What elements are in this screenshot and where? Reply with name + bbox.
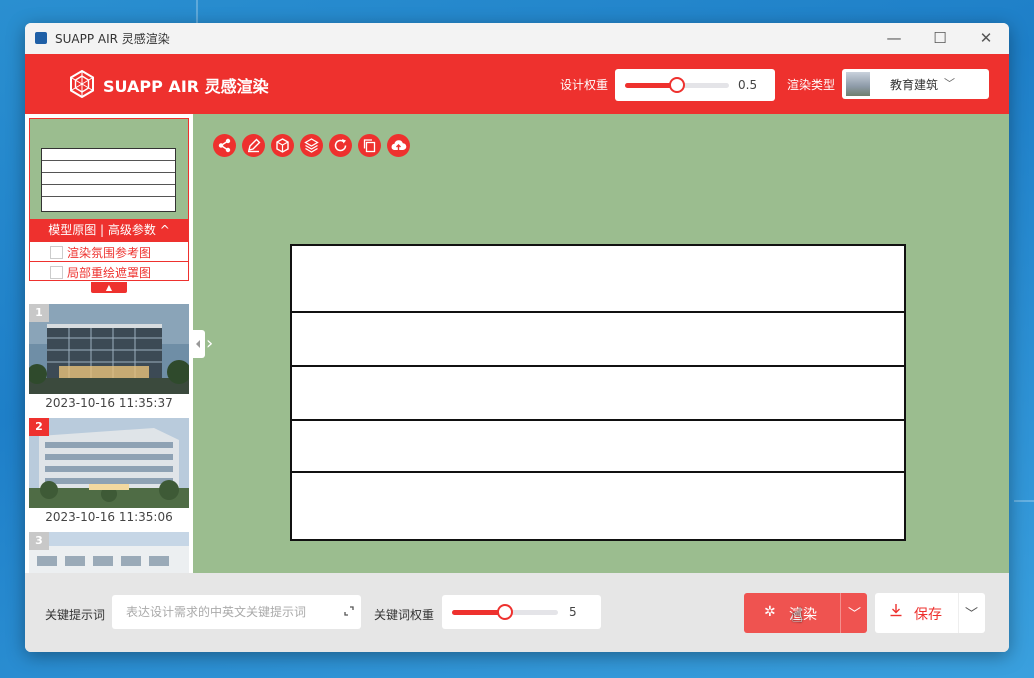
logo-icon	[70, 70, 94, 98]
chevron-right-icon[interactable]: ›	[206, 333, 213, 354]
expand-sidebar-handle[interactable]	[193, 330, 205, 358]
model-viewport	[290, 244, 906, 541]
layers-icon[interactable]	[300, 134, 323, 157]
option-label: 渲染氛围参考图	[67, 246, 152, 260]
minimize-button[interactable]: —	[871, 23, 917, 54]
bottom-bar: 关键提示词 关键词权重 5 ✲ 渲染 ﹀ 保存 ﹀	[25, 573, 1009, 652]
app-icon	[35, 32, 47, 44]
copy-icon[interactable]	[358, 134, 381, 157]
render-type-thumbnail	[846, 72, 870, 96]
option-reference-image[interactable]: 渲染氛围参考图	[30, 241, 188, 261]
save-button[interactable]: 保存 ﹀	[875, 593, 985, 633]
cube-icon[interactable]	[271, 134, 294, 157]
render-button[interactable]: ✲ 渲染 ﹀	[744, 593, 867, 633]
chevron-down-icon: ﹀	[944, 77, 955, 90]
collapse-up-icon[interactable]: ▲	[91, 282, 127, 293]
maximize-button[interactable]: ☐	[917, 23, 963, 54]
keyword-input-box	[112, 595, 361, 629]
save-label: 保存	[914, 607, 942, 623]
model-advanced-tab[interactable]: 模型原图 | 高级参数 ^	[30, 219, 188, 241]
option-mask-image[interactable]: 局部重绘遮罩图	[30, 261, 188, 281]
keyword-weight-value: 5	[569, 605, 577, 619]
design-weight-value: 0.5	[738, 78, 758, 92]
render-thumbnail	[29, 304, 189, 394]
app-header: SUAPP AIR 灵感渲染 设计权重 0.5 渲染类型 教育建筑 ﹀	[25, 54, 1009, 114]
window-title: SUAPP AIR 灵感渲染	[55, 32, 170, 46]
render-thumbnail	[29, 532, 189, 573]
history-number: 1	[29, 304, 49, 322]
divider	[958, 593, 959, 633]
render-type-select[interactable]: 教育建筑 ﹀	[842, 69, 989, 99]
cloud-upload-icon[interactable]	[387, 134, 410, 157]
design-weight-slider[interactable]: 0.5	[615, 69, 775, 101]
keyword-weight-label: 关键词权重	[374, 608, 435, 622]
slider-thumb[interactable]	[669, 77, 685, 93]
sidebar: 模型原图 | 高级参数 ^ 渲染氛围参考图 局部重绘遮罩图 ▲ 1 2023-1…	[25, 114, 193, 573]
model-preview[interactable]	[30, 119, 188, 219]
expand-icon[interactable]	[343, 605, 355, 617]
loading-spinner-icon: ✲	[764, 604, 776, 620]
edit-icon[interactable]	[242, 134, 265, 157]
app-window: SUAPP AIR 灵感渲染 — ☐ ✕ SUAPP AIR 灵感渲染 设计权重…	[25, 23, 1009, 652]
history-item[interactable]: 1 2023-10-16 11:35:37	[29, 304, 189, 412]
keyword-input[interactable]	[112, 595, 351, 629]
history-item[interactable]: 2 2023-10-16 11:35:06	[29, 418, 189, 526]
checkbox[interactable]	[50, 266, 63, 279]
share-icon[interactable]	[213, 134, 236, 157]
close-button[interactable]: ✕	[963, 23, 1009, 54]
render-type-label: 渲染类型	[787, 78, 836, 92]
checkbox[interactable]	[50, 246, 63, 259]
model-card: 模型原图 | 高级参数 ^ 渲染氛围参考图 局部重绘遮罩图	[29, 118, 189, 281]
history-number: 3	[29, 532, 49, 550]
divider	[840, 593, 841, 633]
model-canvas[interactable]	[193, 114, 1009, 573]
history-date: 2023-10-16 11:35:37	[45, 396, 173, 410]
history-number: 2	[29, 418, 49, 436]
render-type-value: 教育建筑	[890, 78, 939, 92]
refresh-icon[interactable]	[329, 134, 352, 157]
design-weight-label: 设计权重	[560, 78, 609, 92]
brand-name: SUAPP AIR 灵感渲染	[103, 77, 269, 96]
option-label: 局部重绘遮罩图	[67, 266, 152, 280]
chevron-down-icon[interactable]: ﹀	[848, 603, 861, 622]
slider-thumb[interactable]	[497, 604, 513, 620]
history-item[interactable]: 3	[29, 532, 189, 573]
title-bar: SUAPP AIR 灵感渲染 — ☐ ✕	[25, 23, 1009, 54]
history-date: 2023-10-16 11:35:06	[45, 510, 173, 524]
keyword-weight-slider[interactable]: 5	[442, 595, 601, 629]
keyword-label: 关键提示词	[45, 608, 106, 622]
download-icon	[890, 604, 902, 617]
desktop-line	[1014, 500, 1034, 502]
render-thumbnail	[29, 418, 189, 508]
model-thumbnail	[41, 148, 176, 212]
chevron-down-icon[interactable]: ﹀	[965, 603, 978, 622]
desktop-line	[196, 0, 198, 23]
hand-cursor-icon: ☝	[791, 603, 804, 627]
